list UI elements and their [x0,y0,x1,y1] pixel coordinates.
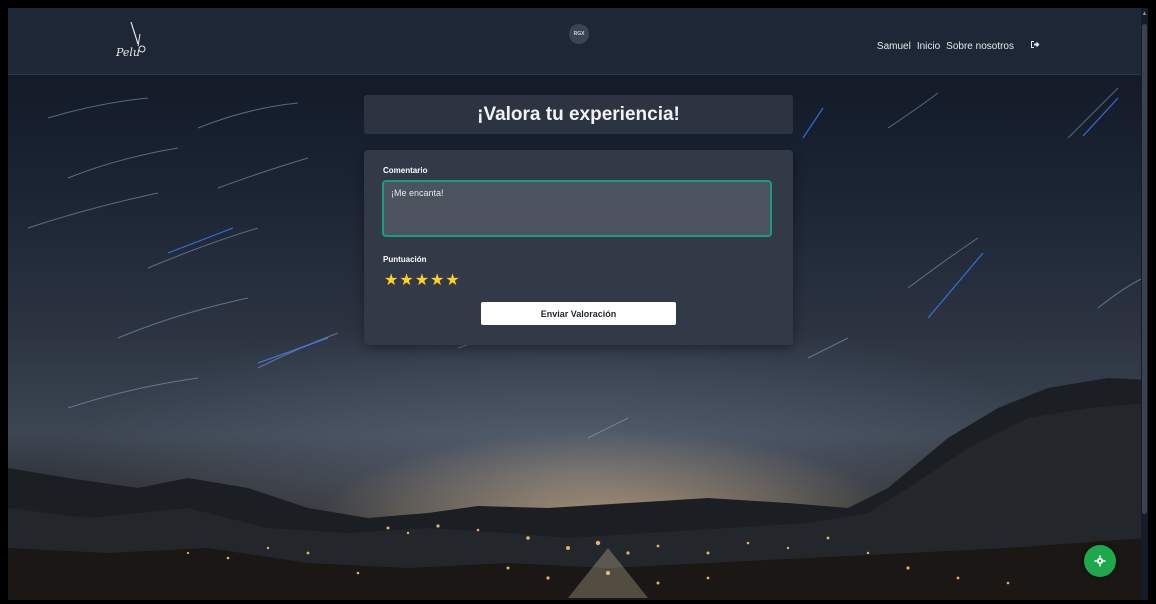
nav-user-samuel[interactable]: Samuel [877,41,911,52]
scroll-up-arrow-icon[interactable]: ▲ [1141,11,1148,17]
star-icon[interactable]: ★ [384,273,398,289]
sign-out-icon[interactable] [1030,40,1040,52]
logo-text: Pelu [116,46,141,59]
star-icon[interactable]: ★ [430,273,444,289]
browser-viewport: Pelu RGX Samuel Inicio Sobre nosotros ¡V… [8,8,1148,600]
settings-button[interactable] [1084,545,1116,577]
rating-label: Puntuación [383,255,427,264]
submit-rating-button[interactable]: Enviar Valoración [481,302,676,325]
page-scrollbar[interactable]: ▲ [1141,8,1148,600]
comment-textarea[interactable]: ¡Me encanta! [382,180,772,237]
nav-inicio[interactable]: Inicio [917,41,940,52]
star-icon[interactable]: ★ [399,273,413,289]
star-icon[interactable]: ★ [445,273,459,289]
pelu-logo[interactable]: Pelu [110,22,160,64]
top-navbar: Pelu RGX Samuel Inicio Sobre nosotros [8,8,1148,75]
scrollbar-thumb[interactable] [1142,24,1147,514]
gear-icon [1094,555,1106,567]
center-badge[interactable]: RGX [569,24,589,44]
nav-links: Samuel Inicio Sobre nosotros [877,40,1040,52]
star-rating[interactable]: ★ ★ ★ ★ ★ [384,273,460,289]
page-title: ¡Valora tu experiencia! [477,103,680,125]
star-icon[interactable]: ★ [415,273,429,289]
rating-form: Comentario ¡Me encanta! Puntuación ★ ★ ★… [364,150,793,345]
page-title-card: ¡Valora tu experiencia! [364,95,793,134]
nav-sobre-nosotros[interactable]: Sobre nosotros [946,41,1014,52]
comment-label: Comentario [383,166,428,175]
